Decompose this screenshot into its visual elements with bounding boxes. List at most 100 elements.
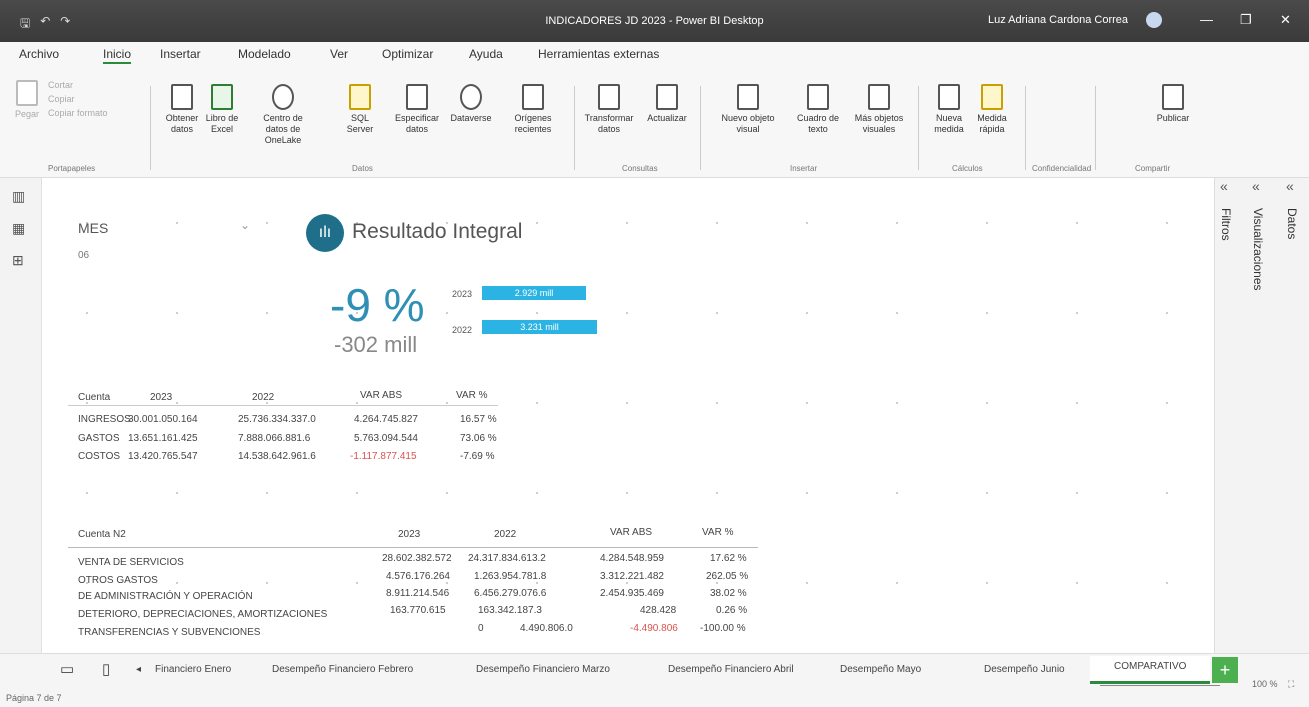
kpi-year-2023: 2023 — [452, 289, 473, 299]
filters-pane-label[interactable]: Filtros — [1219, 208, 1233, 241]
table-cell: 4.284.548.959 — [600, 553, 664, 564]
copy-format-button[interactable]: Copiar formato — [48, 108, 108, 119]
table-cell: 262.05 % — [706, 571, 749, 582]
right-panes: Filtros Visualizaciones Datos — [1214, 178, 1309, 653]
tab-junio[interactable]: Desempeño Junio — [984, 664, 1065, 675]
paste-button[interactable]: Pegar — [12, 80, 42, 120]
group-confidencialidad: Confidencialidad — [1032, 164, 1092, 173]
user-name[interactable]: Luz Adriana Cardona Correa — [988, 14, 1128, 26]
data-pane-label[interactable]: Datos — [1285, 208, 1299, 239]
slicer-label: MES — [78, 220, 109, 236]
more-visuals-button[interactable]: Más objetos visuales — [850, 84, 908, 135]
enter-data-button[interactable]: Especificar datos — [389, 84, 445, 135]
page-tabs: ▭ ▯ ◂ Financiero Enero Desempeño Financi… — [0, 653, 1309, 687]
scroll-left-icon[interactable]: ◂ — [136, 664, 141, 675]
table-cell: 0.26 % — [716, 605, 748, 616]
table2-header[interactable]: 2022 — [494, 529, 516, 540]
new-visual-button[interactable]: Nuevo objeto visual — [718, 84, 778, 135]
table-cell: -100.00 % — [700, 623, 746, 634]
table-cell: -7.69 % — [460, 451, 495, 462]
group-portapapeles: Portapapeles — [48, 164, 96, 173]
table2-header[interactable]: 2023 — [398, 529, 420, 540]
fit-page-icon[interactable]: ⛶ — [1288, 679, 1294, 690]
tab-financiero-febrero[interactable]: Desempeño Financiero Febrero — [272, 664, 413, 675]
menu-ayuda[interactable]: Ayuda — [469, 47, 503, 61]
minimize-button[interactable]: — — [1200, 12, 1213, 27]
group-insertar: Insertar — [790, 164, 818, 173]
report-view-icon[interactable]: ▥ — [12, 188, 25, 205]
close-button[interactable]: ✕ — [1280, 12, 1291, 28]
table-cell: OTROS GASTOS — [78, 575, 158, 586]
collapse-data-icon[interactable]: « — [1286, 178, 1294, 194]
kpi-percent: -9 % — [330, 279, 425, 331]
avatar[interactable] — [1146, 12, 1162, 28]
table-cell: 1.263.954.781.8 — [474, 571, 547, 582]
restore-button[interactable]: ❐ — [1240, 12, 1252, 28]
slicer-value[interactable]: 06 — [78, 250, 89, 261]
table-cell: -1.117.877.415 — [350, 451, 417, 462]
table-cell: 25.736.334.337.0 — [238, 414, 316, 425]
new-measure-button[interactable]: Nueva medida — [927, 84, 971, 135]
tab-comparativo[interactable]: COMPARATIVO — [1090, 656, 1211, 684]
kpi-bar-2023[interactable]: 2.929 mill — [482, 286, 586, 300]
table-cell: 163.770.615 — [390, 605, 446, 616]
table-cell: 428.428 — [640, 605, 677, 616]
table-cell: 73.06 % — [460, 433, 497, 444]
onelake-button[interactable]: Centro de datos de OneLake — [253, 84, 313, 146]
collapse-visualizations-icon[interactable]: « — [1252, 178, 1260, 194]
table-cell: 30.001.050.164 — [128, 414, 198, 425]
add-page-button[interactable]: + — [1212, 657, 1238, 683]
excel-button[interactable]: Libro de Excel — [200, 84, 244, 135]
transform-data-button[interactable]: Transformar datos — [581, 84, 637, 135]
copy-button[interactable]: Copiar — [48, 94, 98, 105]
dataverse-button[interactable]: Dataverse — [448, 84, 494, 124]
menu-herramientas-externas[interactable]: Herramientas externas — [538, 47, 659, 61]
table1-header[interactable]: 2023 — [150, 392, 172, 403]
table2-header[interactable]: VAR % — [702, 527, 734, 538]
publish-button[interactable]: Publicar — [1145, 84, 1201, 124]
group-datos: Datos — [352, 164, 373, 173]
model-view-icon[interactable]: ⊞ — [12, 252, 24, 269]
desktop-view-icon[interactable]: ▭ — [60, 660, 74, 678]
menu-modelado[interactable]: Modelado — [238, 47, 291, 61]
mobile-view-icon[interactable]: ▯ — [102, 660, 110, 678]
table1-header[interactable]: 2022 — [252, 392, 274, 403]
table-cell: 4.264.745.827 — [354, 414, 418, 425]
tab-financiero-enero[interactable]: Financiero Enero — [155, 664, 231, 675]
table1-header[interactable]: VAR % — [456, 390, 488, 401]
table1-header[interactable]: VAR ABS — [360, 390, 402, 401]
table-cell: 0 — [478, 623, 484, 634]
table-cell: DE ADMINISTRACIÓN Y OPERACIÓN — [78, 591, 253, 602]
chevron-down-icon[interactable]: ⌄ — [240, 218, 250, 232]
refresh-button[interactable]: Actualizar — [641, 84, 693, 124]
menu-ver[interactable]: Ver — [330, 47, 348, 61]
visualizations-pane-label[interactable]: Visualizaciones — [1251, 208, 1265, 291]
collapse-filters-icon[interactable]: « — [1220, 178, 1228, 194]
tab-financiero-abril[interactable]: Desempeño Financiero Abril — [668, 664, 794, 675]
menu-archivo[interactable]: Archivo — [19, 47, 59, 61]
zoom-slider[interactable] — [1100, 685, 1220, 686]
table-cell: -4.490.806 — [630, 623, 678, 634]
get-data-button[interactable]: Obtener datos — [160, 84, 204, 135]
table-cell: 2.454.935.469 — [600, 588, 664, 599]
cut-button[interactable]: Cortar — [48, 80, 98, 91]
tab-financiero-marzo[interactable]: Desempeño Financiero Marzo — [476, 664, 610, 675]
tab-mayo[interactable]: Desempeño Mayo — [840, 664, 921, 675]
menu-optimizar[interactable]: Optimizar — [382, 47, 433, 61]
kpi-bar-2022[interactable]: 3.231 mill — [482, 320, 597, 334]
quick-measure-button[interactable]: Medida rápida — [970, 84, 1014, 135]
table1-header[interactable]: Cuenta — [78, 392, 110, 403]
table2-header[interactable]: VAR ABS — [610, 527, 652, 538]
table-view-icon[interactable]: ▦ — [12, 220, 25, 237]
table-cell: 28.602.382.572 — [382, 553, 452, 564]
text-box-button[interactable]: Cuadro de texto — [790, 84, 846, 135]
kpi-absolute: -302 mill — [334, 332, 418, 357]
menu-inicio[interactable]: Inicio — [103, 47, 132, 64]
menu-insertar[interactable]: Insertar — [160, 47, 201, 61]
table-cell: GASTOS — [78, 433, 120, 444]
recent-sources-button[interactable]: Orígenes recientes — [503, 84, 563, 135]
sql-server-button[interactable]: SQL Server — [340, 84, 380, 135]
table2-header[interactable]: Cuenta N2 — [78, 529, 126, 540]
table-cell: 38.02 % — [710, 588, 747, 599]
kpi-year-2022: 2022 — [452, 325, 473, 335]
